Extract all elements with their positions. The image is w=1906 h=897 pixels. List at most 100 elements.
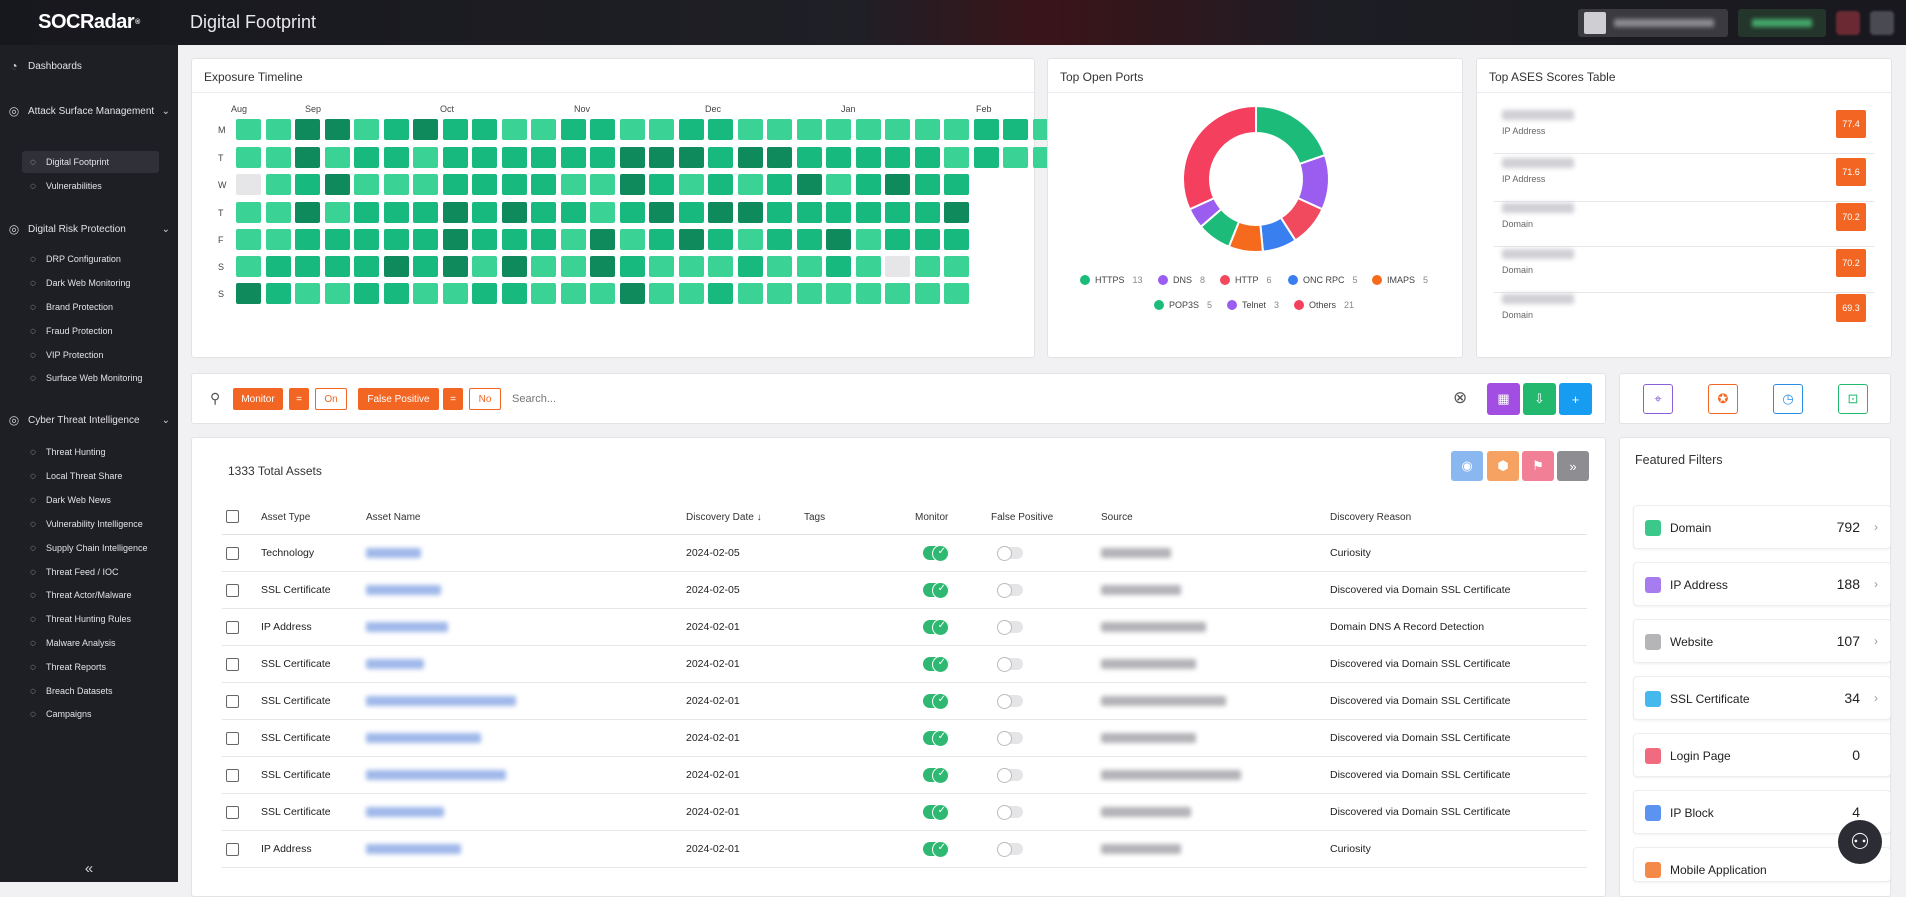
heatmap-cell[interactable] bbox=[944, 229, 969, 250]
featured-filter-website[interactable]: Website 107 › bbox=[1633, 619, 1891, 663]
heatmap-cell[interactable] bbox=[383, 256, 409, 277]
heatmap-cell[interactable] bbox=[590, 147, 615, 168]
heatmap-cell[interactable] bbox=[826, 256, 851, 277]
heatmap-cell[interactable] bbox=[324, 147, 350, 168]
table-row[interactable]: SSL Certificate 2024-02-01 ✓ Discovered via… bbox=[222, 683, 1587, 720]
sidebar-item-dashboards[interactable]: ◔ Dashboards bbox=[0, 55, 178, 77]
heatmap-cell[interactable] bbox=[619, 229, 645, 250]
heatmap-cell[interactable] bbox=[472, 229, 497, 250]
asset-name-link[interactable] bbox=[366, 548, 421, 558]
heatmap-cell[interactable] bbox=[855, 174, 881, 195]
featured-filter-login-page[interactable]: Login Page 0 bbox=[1633, 733, 1891, 777]
ases-row[interactable]: IP Address 71.6 bbox=[1494, 154, 1874, 202]
ases-row[interactable]: Domain 70.2 bbox=[1494, 199, 1874, 247]
calendar-button[interactable]: ▦ bbox=[1487, 383, 1520, 415]
table-row[interactable]: SSL Certificate 2024-02-05 ✓ Discovered via… bbox=[222, 572, 1587, 609]
legend-dns[interactable]: DNS 8 bbox=[1158, 275, 1205, 285]
heatmap-cell[interactable] bbox=[413, 147, 438, 168]
sidebar-item-threat-hunting[interactable]: ◌ Threat Hunting bbox=[0, 441, 178, 463]
asset-name-link[interactable] bbox=[366, 585, 441, 595]
legend-https[interactable]: HTTPS 13 bbox=[1080, 275, 1143, 285]
heatmap-cell[interactable] bbox=[442, 147, 468, 168]
monitor-toggle[interactable]: ✓ bbox=[923, 545, 949, 562]
heatmap-cell[interactable] bbox=[649, 174, 674, 195]
row-checkbox[interactable] bbox=[226, 769, 239, 782]
heatmap-cell[interactable] bbox=[708, 283, 733, 304]
heatmap-cell[interactable] bbox=[354, 283, 379, 304]
legend-imaps[interactable]: IMAPS 5 bbox=[1372, 275, 1428, 285]
asset-name-link[interactable] bbox=[366, 659, 424, 669]
sidebar-item-threat-hunting-rules[interactable]: ◌ Threat Hunting Rules bbox=[0, 608, 178, 630]
select-all-checkbox[interactable] bbox=[226, 510, 239, 523]
heatmap-cell[interactable] bbox=[354, 229, 379, 250]
heatmap-cell[interactable] bbox=[973, 147, 999, 168]
heatmap-cell[interactable] bbox=[413, 229, 438, 250]
sidebar-item-malware-analysis[interactable]: ◌ Malware Analysis bbox=[0, 632, 178, 654]
heatmap-cell[interactable] bbox=[590, 174, 615, 195]
false-positive-toggle[interactable] bbox=[997, 657, 1023, 672]
table-row[interactable]: SSL Certificate 2024-02-01 ✓ Discovered via… bbox=[222, 794, 1587, 831]
heatmap-cell[interactable] bbox=[354, 174, 379, 195]
sidebar-item-vip-protection[interactable]: ◌ VIP Protection bbox=[0, 344, 178, 366]
monitor-toggle[interactable]: ✓ bbox=[923, 619, 949, 636]
sidebar-group-1[interactable]: ◎ Digital Risk Protection ⌄ bbox=[0, 218, 178, 240]
monitor-toggle[interactable]: ✓ bbox=[923, 693, 949, 710]
heatmap-cell[interactable] bbox=[354, 147, 379, 168]
heatmap-cell[interactable] bbox=[826, 119, 851, 140]
col-discovery-date[interactable]: Discovery Date ↓ bbox=[686, 512, 762, 523]
heatmap-cell[interactable] bbox=[796, 256, 822, 277]
monitor-toggle[interactable]: ✓ bbox=[923, 582, 949, 599]
heatmap-cell[interactable] bbox=[796, 147, 822, 168]
heatmap-cell[interactable] bbox=[413, 174, 438, 195]
heatmap-cell[interactable] bbox=[324, 119, 350, 140]
asset-name-link[interactable] bbox=[366, 807, 444, 817]
heatmap-cell[interactable] bbox=[885, 283, 910, 304]
filter-chip-monitor[interactable]: Monitor bbox=[233, 388, 283, 410]
search-input[interactable] bbox=[512, 390, 1412, 408]
heatmap-cell[interactable] bbox=[531, 174, 556, 195]
heatmap-cell[interactable] bbox=[560, 229, 586, 250]
heatmap-cell[interactable] bbox=[855, 283, 881, 304]
heatmap-cell[interactable] bbox=[265, 283, 291, 304]
heatmap-cell[interactable] bbox=[324, 174, 350, 195]
heatmap-cell[interactable] bbox=[236, 147, 261, 168]
heatmap-cell[interactable] bbox=[619, 202, 645, 223]
heatmap-cell[interactable] bbox=[678, 283, 704, 304]
heatmap-cell[interactable] bbox=[265, 119, 291, 140]
col-discovery-reason[interactable]: Discovery Reason bbox=[1330, 512, 1411, 523]
heatmap-cell[interactable] bbox=[413, 202, 438, 223]
heatmap-cell[interactable] bbox=[560, 283, 586, 304]
heatmap-cell[interactable] bbox=[442, 229, 468, 250]
table-row[interactable]: IP Address 2024-02-01 ✓ Curiosity bbox=[222, 831, 1587, 868]
sidebar-item-dark-web-news[interactable]: ◌ Dark Web News bbox=[0, 489, 178, 511]
filter-chip-no[interactable]: No bbox=[469, 388, 501, 410]
heatmap-cell[interactable] bbox=[295, 119, 320, 140]
false-positive-toggle[interactable] bbox=[997, 842, 1023, 857]
col-monitor[interactable]: Monitor bbox=[915, 512, 948, 523]
heatmap-cell[interactable] bbox=[914, 174, 940, 195]
row-checkbox[interactable] bbox=[226, 658, 239, 671]
heatmap-cell[interactable] bbox=[649, 229, 674, 250]
heatmap-cell[interactable] bbox=[324, 283, 350, 304]
sidebar-item-fraud-protection[interactable]: ◌ Fraud Protection bbox=[0, 320, 178, 342]
heatmap-cell[interactable] bbox=[678, 119, 704, 140]
heatmap-cell[interactable] bbox=[413, 283, 438, 304]
heatmap-cell[interactable] bbox=[826, 202, 851, 223]
sidebar-item-brand-protection[interactable]: ◌ Brand Protection bbox=[0, 296, 178, 318]
more-actions-button[interactable]: » bbox=[1557, 451, 1589, 481]
heatmap-cell[interactable] bbox=[914, 119, 940, 140]
heatmap-cell[interactable] bbox=[826, 283, 851, 304]
heatmap-cell[interactable] bbox=[796, 229, 822, 250]
heatmap-cell[interactable] bbox=[265, 202, 291, 223]
heatmap-cell[interactable] bbox=[826, 229, 851, 250]
heatmap-cell[interactable] bbox=[501, 147, 527, 168]
tag-button[interactable]: ⬢ bbox=[1487, 451, 1519, 481]
heatmap-cell[interactable] bbox=[914, 229, 940, 250]
scan-action-button[interactable]: ⊡ bbox=[1838, 384, 1868, 414]
legend-telnet[interactable]: Telnet 3 bbox=[1227, 300, 1279, 310]
heatmap-cell[interactable] bbox=[531, 119, 556, 140]
sidebar-item-breach-datasets[interactable]: ◌ Breach Datasets bbox=[0, 680, 178, 702]
legend-http[interactable]: HTTP 6 bbox=[1220, 275, 1272, 285]
export-button[interactable]: ⇩ bbox=[1523, 383, 1556, 415]
heatmap-cell[interactable] bbox=[944, 174, 969, 195]
